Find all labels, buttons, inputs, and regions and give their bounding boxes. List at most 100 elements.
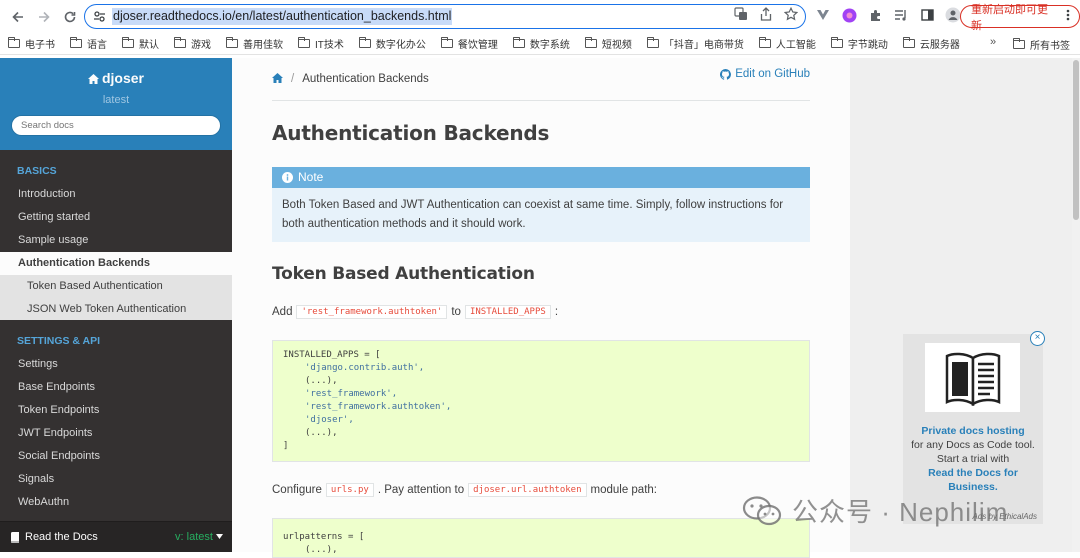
code-block-urlpatterns: urlpatterns = [ (...), (272, 518, 810, 558)
section-heading-token-auth: Token Based Authentication (272, 264, 535, 284)
sidebar-item-base-endpoints[interactable]: Base Endpoints (0, 376, 232, 399)
breadcrumb: / Authentication Backends Edit on GitHub (272, 58, 810, 101)
breadcrumb-separator: / (291, 73, 295, 85)
share-icon[interactable] (758, 7, 774, 24)
folder-icon (298, 37, 310, 48)
inline-code: 'rest_framework.authtoken' (296, 305, 448, 319)
docs-sidebar: djoser latest BASICS Introduction Gettin… (0, 58, 232, 552)
home-icon (87, 74, 99, 84)
sidebar-item-authentication-backends[interactable]: Authentication Backends (0, 252, 232, 275)
more-bookmarks-chevron[interactable]: » (990, 36, 996, 48)
note-body: Both Token Based and JWT Authentication … (282, 199, 784, 230)
folder-icon (584, 37, 597, 48)
project-version: latest (102, 94, 130, 106)
wechat-logo-icon (742, 495, 782, 525)
watermark-text: 公众号 · Nephilim (792, 497, 1009, 527)
note-title: Note (272, 167, 810, 188)
extension-v-icon[interactable] (814, 6, 832, 24)
bookmark-folder[interactable]: 字节跳动 (830, 36, 888, 51)
bookmarks-bar: 电子书 语言 默认 游戏 善用佳软 IT技术 数字化办公 餐饮管理 数字系统 短… (0, 33, 1080, 55)
ad-close-button[interactable]: × (1030, 331, 1045, 346)
scrollbar-thumb[interactable] (1073, 60, 1079, 220)
sidebar-item-sample-usage[interactable]: Sample usage (0, 229, 232, 252)
forward-icon[interactable] (32, 5, 56, 29)
site-settings-icon[interactable] (88, 6, 110, 28)
ad-image[interactable] (925, 343, 1020, 412)
restart-update-button[interactable]: 重新启动即可更新 (960, 4, 1080, 32)
side-panel-icon[interactable] (918, 6, 936, 24)
project-home-link[interactable]: djoser (0, 70, 232, 86)
folder-icon (226, 37, 238, 48)
bookmark-folder[interactable]: 数字化办公 (358, 36, 426, 51)
doc-content-area: / Authentication Backends Edit on GitHub… (232, 58, 850, 558)
bookmark-folder[interactable]: 短视频 (584, 36, 632, 51)
caption-settings-api: SETTINGS & API (17, 335, 101, 347)
folder-icon (646, 37, 659, 48)
bookmark-folder[interactable]: 云服务器 (902, 36, 960, 51)
sidebar-item-settings[interactable]: Settings (0, 353, 232, 376)
folder-icon (1013, 38, 1025, 49)
bookmark-folder[interactable]: 善用佳软 (226, 36, 283, 51)
bookmark-folder[interactable]: 餐饮管理 (440, 36, 498, 51)
info-icon (282, 172, 293, 183)
inline-code: djoser.url.authtoken (468, 483, 587, 497)
bookmark-folder[interactable]: 数字系统 (512, 36, 570, 51)
folder-icon (8, 37, 20, 48)
folder-icon (358, 37, 371, 48)
all-bookmarks-folder[interactable]: 所有书签 (1013, 37, 1070, 52)
sidebar-item-jwt-endpoints[interactable]: JWT Endpoints (0, 422, 232, 445)
note-admonition: Note Both Token Based and JWT Authentica… (272, 167, 810, 242)
bookmark-folder[interactable]: 默认 (122, 36, 159, 51)
extension-purple-icon[interactable] (840, 6, 858, 24)
book-icon (11, 531, 19, 543)
extensions-puzzle-icon[interactable] (866, 6, 884, 24)
paragraph-add-authtoken: Add 'rest_framework.authtoken' to INSTAL… (272, 305, 559, 319)
ad-link-private-docs[interactable]: Private docs hosting (921, 425, 1024, 437)
version-selector[interactable]: v: latest (175, 531, 223, 543)
restart-label: 重新启动即可更新 (971, 3, 1048, 32)
folder-icon (174, 37, 186, 48)
folder-icon (70, 37, 82, 48)
bookmark-folder[interactable]: 人工智能 (758, 36, 816, 51)
edit-on-github-link[interactable]: Edit on GitHub (720, 68, 810, 80)
translate-icon[interactable] (733, 7, 749, 24)
folder-icon (122, 37, 134, 48)
reading-list-icon[interactable] (892, 6, 910, 24)
paragraph-configure-urls: Configure urls.py . Pay attention to djo… (272, 483, 657, 497)
reload-icon[interactable] (58, 5, 82, 29)
inline-code: urls.py (325, 483, 374, 497)
bookmark-folder[interactable]: IT技术 (298, 36, 344, 51)
wechat-watermark: 公众号 · Nephilim (742, 492, 1008, 529)
sidebar-item-signals[interactable]: Signals (0, 468, 232, 491)
doc-body: / Authentication Backends Edit on GitHub… (272, 58, 810, 558)
sidebar-item-introduction[interactable]: Introduction (0, 183, 232, 206)
caret-down-icon (216, 534, 223, 539)
inline-code: INSTALLED_APPS (464, 305, 551, 319)
address-bar[interactable]: djoser.readthedocs.io/en/latest/authenti… (84, 4, 806, 29)
bookmark-folder[interactable]: 「抖音」电商带货 (646, 36, 744, 51)
bookmark-folder[interactable]: 电子书 (8, 36, 55, 51)
sidebar-header: djoser latest (0, 58, 232, 150)
folder-icon (830, 37, 843, 48)
bookmark-star-icon[interactable] (783, 6, 799, 24)
sidebar-item-social-endpoints[interactable]: Social Endpoints (0, 445, 232, 468)
bookmark-folder[interactable]: 语言 (70, 36, 107, 51)
folder-icon (440, 37, 453, 48)
bookmark-folder[interactable]: 游戏 (174, 36, 211, 51)
sidebar-subitem-token-auth[interactable]: Token Based Authentication (0, 275, 232, 298)
home-icon[interactable] (272, 72, 283, 86)
sidebar-item-token-endpoints[interactable]: Token Endpoints (0, 399, 232, 422)
search-docs-input[interactable] (11, 115, 221, 136)
sidebar-subitem-jwt-auth[interactable]: JSON Web Token Authentication (0, 297, 232, 320)
sidebar-item-getting-started[interactable]: Getting started (0, 206, 232, 229)
book-illustration-icon (945, 352, 1000, 406)
caption-basics: BASICS (17, 165, 57, 177)
ad-link-rtd-business[interactable]: Read the Docs for Business. (928, 467, 1018, 493)
back-icon[interactable] (6, 5, 30, 29)
page-title: Authentication Backends (272, 121, 550, 145)
code-block-installed-apps: INSTALLED_APPS = [ 'django.contrib.auth'… (272, 340, 810, 462)
rtd-version-footer[interactable]: Read the Docs v: latest (0, 521, 232, 552)
url-text[interactable]: djoser.readthedocs.io/en/latest/authenti… (112, 8, 453, 25)
sidebar-item-webauthn[interactable]: WebAuthn (0, 491, 232, 514)
breadcrumb-current: Authentication Backends (302, 73, 429, 85)
